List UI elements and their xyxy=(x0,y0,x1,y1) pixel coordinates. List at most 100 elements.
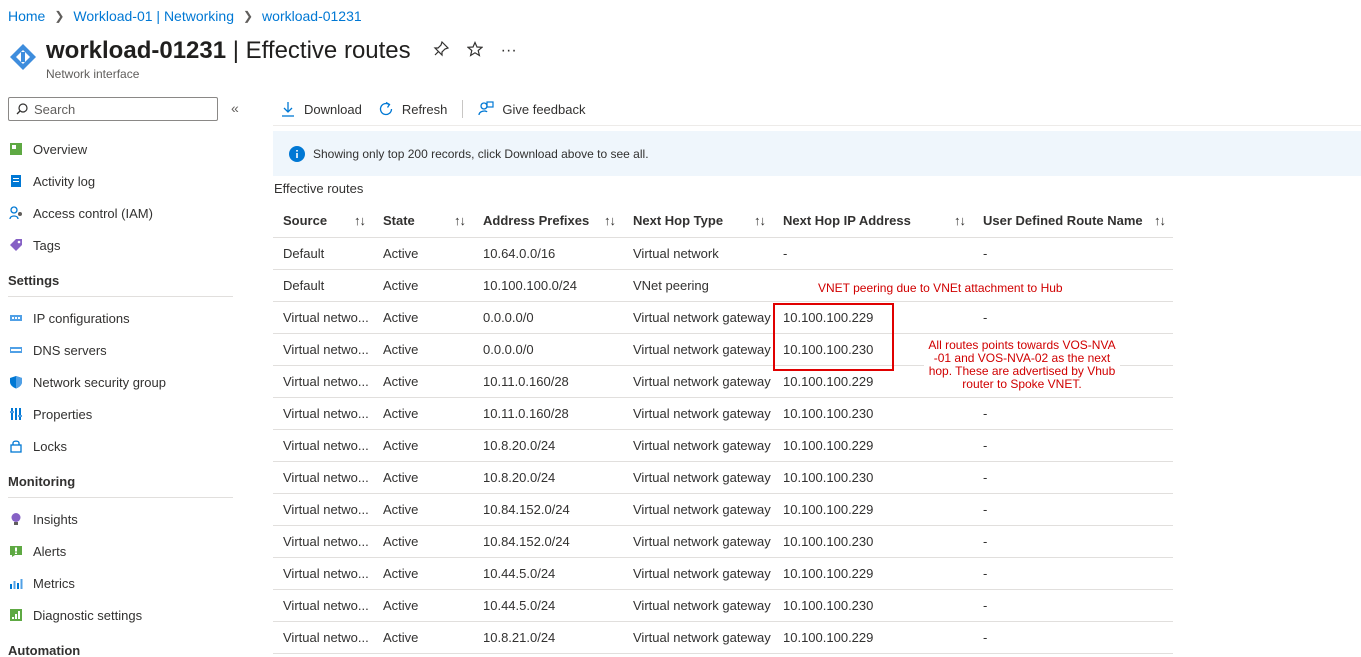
sort-icon[interactable]: ↑↓ xyxy=(454,213,466,228)
automation-section-title: Automation xyxy=(8,640,233,657)
breadcrumb-home[interactable]: Home xyxy=(8,8,45,24)
breadcrumb-nic[interactable]: workload-01231 xyxy=(262,8,362,24)
sort-icon[interactable]: ↑↓ xyxy=(954,213,966,228)
cell-address-prefix: 10.11.0.160/28 xyxy=(473,365,623,398)
sort-icon[interactable]: ↑↓ xyxy=(354,213,366,228)
table-row[interactable]: Virtual netwo... Active 10.8.20.0/24 Virtua… xyxy=(273,461,1173,494)
cell-next-hop-type: Virtual network gateway xyxy=(623,429,773,462)
cell-source: Default xyxy=(273,269,373,302)
download-button[interactable]: Download xyxy=(280,101,362,117)
table-header-row: Source ↑↓ State ↑↓ Address Prefixes ↑↓ Next… xyxy=(273,204,1173,238)
metrics-icon xyxy=(8,575,24,591)
annotation-routes-note: All routes points towards VOS-NVA -01 an… xyxy=(924,339,1120,391)
sidebar-item-ip-configurations[interactable]: IP configurations xyxy=(8,302,233,334)
pin-icon[interactable] xyxy=(433,40,449,62)
sidebar-item-metrics[interactable]: Metrics xyxy=(8,567,233,599)
sidebar-item-properties[interactable]: Properties xyxy=(8,398,233,430)
table-row[interactable]: Virtual netwo... Active 10.44.5.0/24 Virtua… xyxy=(273,557,1173,590)
breadcrumb-networking[interactable]: Workload-01 | Networking xyxy=(73,8,234,24)
cell-next-hop-type: Virtual network gateway xyxy=(623,301,773,334)
table-row[interactable]: Virtual netwo... Active 10.44.5.0/24 Virtua… xyxy=(273,589,1173,622)
column-header-next-hop-type[interactable]: Next Hop Type ↑↓ xyxy=(623,204,773,238)
cell-next-hop-type: Virtual network gateway xyxy=(623,589,773,622)
column-header-udr-name[interactable]: User Defined Route Name ↑↓ xyxy=(973,204,1173,238)
search-input[interactable]: Search xyxy=(8,97,218,121)
sidebar-item-nsg[interactable]: Network security group xyxy=(8,366,233,398)
chevron-right-icon: ❯ xyxy=(242,9,254,23)
sidebar-item-tags[interactable]: Tags xyxy=(8,229,233,261)
cell-next-hop-ip: 10.100.100.230 xyxy=(773,461,973,494)
toolbar-divider-line xyxy=(273,125,1361,126)
table-row[interactable]: Virtual netwo... Active 10.8.21.0/24 Virtua… xyxy=(273,621,1173,654)
sidebar-item-overview[interactable]: Overview xyxy=(8,133,233,165)
cell-address-prefix: 10.8.20.0/24 xyxy=(473,429,623,462)
sort-icon[interactable]: ↑↓ xyxy=(754,213,766,228)
command-bar: Download Refresh Give feedback xyxy=(280,99,585,119)
sort-icon[interactable]: ↑↓ xyxy=(604,213,616,228)
dns-servers-icon xyxy=(8,342,24,358)
table-row[interactable]: Virtual netwo... Active 10.11.0.160/28 Virt… xyxy=(273,397,1173,430)
cell-next-hop-type: Virtual network gateway xyxy=(623,461,773,494)
cell-next-hop-type: Virtual network gateway xyxy=(623,397,773,430)
cell-next-hop-type: Virtual network xyxy=(623,237,773,270)
ip-configurations-icon xyxy=(8,310,24,326)
cell-source: Virtual netwo... xyxy=(273,429,373,462)
page-title: workload-01231 | Effective routes xyxy=(46,37,411,64)
annotation-peering-note: VNET peering due to VNEt attachment to H… xyxy=(733,279,1153,301)
cell-state: Active xyxy=(373,621,473,654)
cell-address-prefix: 0.0.0.0/0 xyxy=(473,301,623,334)
table-row[interactable]: Virtual netwo... Active 10.8.20.0/24 Virtua… xyxy=(273,429,1173,462)
routes-section-label: Effective routes xyxy=(274,181,364,196)
refresh-icon xyxy=(379,101,392,116)
sidebar-item-insights[interactable]: Insights xyxy=(8,503,233,535)
sidebar-item-iam[interactable]: Access control (IAM) xyxy=(8,197,233,229)
cell-udr-name: - xyxy=(973,557,1173,590)
table-row[interactable]: Default Active 10.64.0.0/16 Virtual network… xyxy=(273,237,1173,270)
cell-udr-name: - xyxy=(973,397,1173,430)
cell-state: Active xyxy=(373,589,473,622)
cell-next-hop-type: Virtual network gateway xyxy=(623,525,773,558)
cell-address-prefix: 10.11.0.160/28 xyxy=(473,397,623,430)
sidebar-item-dns-servers[interactable]: DNS servers xyxy=(8,334,233,366)
table-row[interactable]: Virtual netwo... Active 0.0.0.0/0 Virtual n… xyxy=(273,301,1173,334)
info-icon xyxy=(289,145,305,162)
properties-icon xyxy=(8,406,24,422)
network-interface-icon xyxy=(10,44,36,70)
cell-address-prefix: 10.8.20.0/24 xyxy=(473,461,623,494)
cell-udr-name: - xyxy=(973,589,1173,622)
column-header-source[interactable]: Source ↑↓ xyxy=(273,204,373,238)
cell-next-hop-ip: 10.100.100.229 xyxy=(773,429,973,462)
table-row[interactable]: Virtual netwo... Active 10.84.152.0/24 Virt… xyxy=(273,525,1173,558)
monitoring-section-title: Monitoring xyxy=(8,471,233,498)
overview-icon xyxy=(8,141,24,157)
refresh-button[interactable]: Refresh xyxy=(378,101,447,117)
cell-state: Active xyxy=(373,429,473,462)
column-header-next-hop-ip[interactable]: Next Hop IP Address ↑↓ xyxy=(773,204,973,238)
download-icon xyxy=(282,102,294,117)
sidebar-item-activity-log[interactable]: Activity log xyxy=(8,165,233,197)
sidebar-item-diagnostic-settings[interactable]: Diagnostic settings xyxy=(8,599,233,631)
cell-next-hop-ip: 10.100.100.230 xyxy=(773,589,973,622)
column-header-address-prefixes[interactable]: Address Prefixes ↑↓ xyxy=(473,204,623,238)
star-icon[interactable] xyxy=(466,40,484,62)
sort-icon[interactable]: ↑↓ xyxy=(1154,213,1166,228)
give-feedback-button[interactable]: Give feedback xyxy=(478,101,585,117)
page-header: workload-01231 | Effective routes ··· xyxy=(8,36,517,70)
cell-source: Default xyxy=(273,237,373,270)
cell-next-hop-ip: 10.100.100.229 xyxy=(773,493,973,526)
settings-section-title: Settings xyxy=(8,270,233,297)
breadcrumb: Home ❯ Workload-01 | Networking ❯ worklo… xyxy=(8,8,362,24)
routes-table: Source ↑↓ State ↑↓ Address Prefixes ↑↓ Next… xyxy=(273,204,1173,654)
sidebar-item-locks[interactable]: Locks xyxy=(8,430,233,462)
sidebar-item-alerts[interactable]: Alerts xyxy=(8,535,233,567)
table-row[interactable]: Virtual netwo... Active 10.84.152.0/24 Virt… xyxy=(273,493,1173,526)
cell-next-hop-type: Virtual network gateway xyxy=(623,493,773,526)
collapse-sidebar-icon[interactable]: « xyxy=(231,100,239,116)
cell-address-prefix: 10.8.21.0/24 xyxy=(473,621,623,654)
more-icon[interactable]: ··· xyxy=(501,42,517,60)
column-header-state[interactable]: State ↑↓ xyxy=(373,204,473,238)
cell-source: Virtual netwo... xyxy=(273,557,373,590)
cell-address-prefix: 10.84.152.0/24 xyxy=(473,493,623,526)
cell-state: Active xyxy=(373,301,473,334)
resource-type: Network interface xyxy=(46,67,140,81)
